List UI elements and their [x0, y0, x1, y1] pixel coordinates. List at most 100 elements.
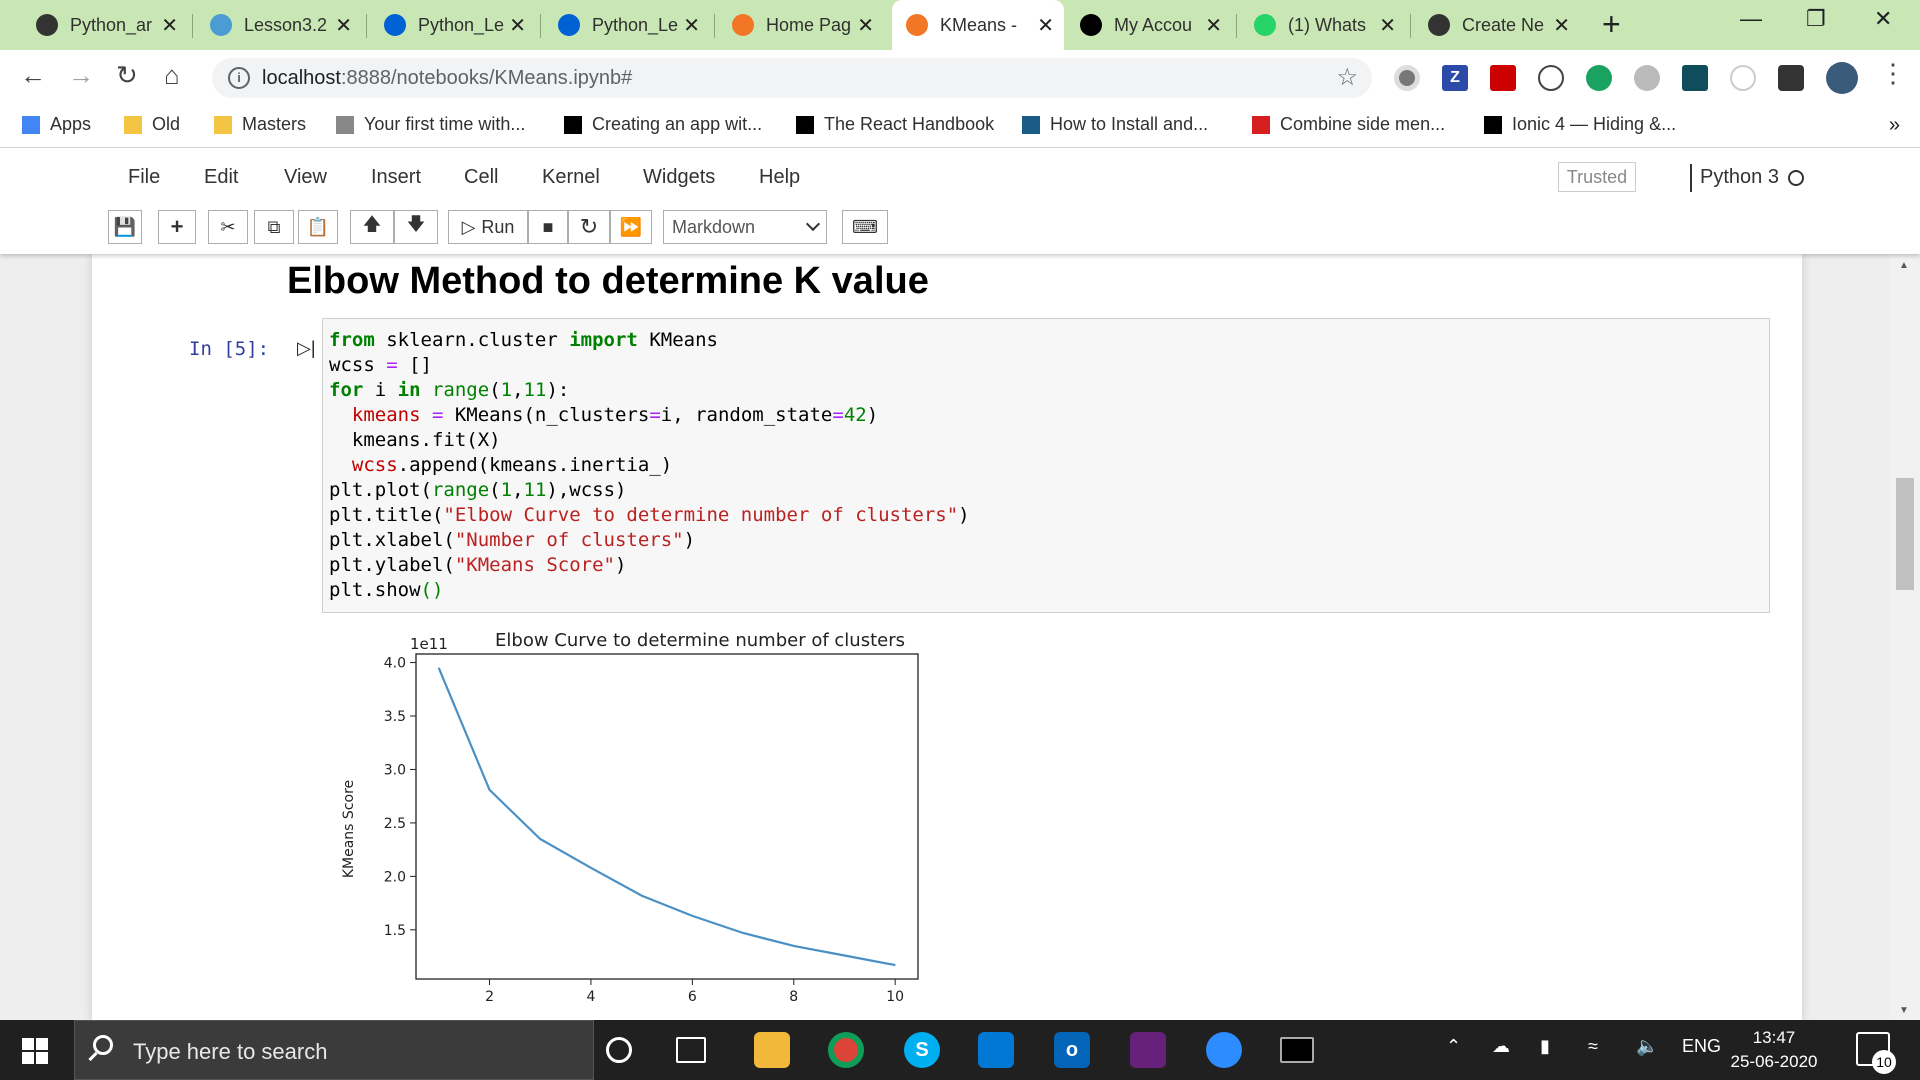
cut-icon[interactable]: ✂	[208, 210, 248, 244]
browser-tab[interactable]: Python_ar ✕	[22, 8, 188, 42]
move-down-icon[interactable]: 🡇	[394, 210, 438, 244]
menu-file[interactable]: File	[128, 166, 160, 189]
keyboard-icon[interactable]: ⌨	[842, 210, 888, 244]
menu-widgets[interactable]: Widgets	[643, 166, 715, 189]
notifications-icon[interactable]: 10	[1856, 1032, 1896, 1074]
menu-edit[interactable]: Edit	[204, 166, 238, 189]
scroll-up-icon[interactable]: ▲	[1899, 260, 1909, 271]
restart-icon[interactable]: ↻	[568, 210, 610, 244]
menu-help[interactable]: Help	[759, 166, 800, 189]
onedrive-icon[interactable]: ☁	[1492, 1036, 1510, 1057]
close-tab-icon[interactable]: ✕	[1205, 13, 1222, 38]
close-tab-icon[interactable]: ✕	[509, 13, 526, 38]
close-tab-icon[interactable]: ✕	[1037, 13, 1054, 38]
close-window-icon[interactable]: ✕	[1874, 6, 1892, 32]
back-arrow-icon[interactable]: ←	[20, 60, 46, 91]
cell-type-select[interactable]: Markdown	[663, 210, 827, 244]
code-cell[interactable]: from sklearn.cluster import KMeans wcss …	[322, 318, 1770, 613]
page-scrollbar[interactable]: ▲ ▼	[1890, 254, 1920, 1020]
bookmark-item[interactable]: Old	[124, 114, 180, 135]
vscode-icon[interactable]	[978, 1032, 1014, 1068]
file-explorer-icon[interactable]	[754, 1032, 790, 1068]
extension-circle-icon[interactable]	[1394, 65, 1420, 91]
move-up-icon[interactable]: 🡅	[350, 210, 394, 244]
new-tab-button[interactable]: +	[1602, 6, 1621, 43]
browser-tab[interactable]: My Accou ✕	[1066, 8, 1232, 42]
close-tab-icon[interactable]: ✕	[683, 13, 700, 38]
bookmarks-overflow-icon[interactable]: »	[1889, 114, 1900, 137]
zoom-icon[interactable]	[1206, 1032, 1242, 1068]
bookmark-item[interactable]: How to Install and...	[1022, 114, 1208, 135]
code-extension-icon[interactable]	[1538, 65, 1564, 91]
skype-icon[interactable]: S	[904, 1032, 940, 1068]
bookmark-star-icon[interactable]: ☆	[1336, 63, 1358, 92]
menu-view[interactable]: View	[284, 166, 327, 189]
kernel-name[interactable]: Python 3	[1690, 164, 1779, 192]
extensions-puzzle-icon[interactable]	[1778, 65, 1804, 91]
scroll-down-icon[interactable]: ▼	[1899, 1005, 1909, 1016]
bookmark-item[interactable]: The React Handbook	[796, 114, 994, 135]
bookmark-item[interactable]: Masters	[214, 114, 306, 135]
restore-icon[interactable]: ❐	[1806, 6, 1826, 32]
bookmark-item[interactable]: Your first time with...	[336, 114, 525, 135]
react-devtools-icon[interactable]	[1682, 65, 1708, 91]
flower-extension-icon[interactable]	[1634, 65, 1660, 91]
bookmark-item[interactable]: Creating an app wit...	[564, 114, 762, 135]
browser-tab[interactable]: Lesson3.2 ✕	[196, 8, 362, 42]
chrome-icon[interactable]	[828, 1032, 864, 1068]
browser-tab[interactable]: (1) Whats ✕	[1240, 8, 1406, 42]
site-info-icon[interactable]: i	[228, 67, 250, 89]
circle-extension-icon[interactable]	[1730, 65, 1756, 91]
windows-start-icon[interactable]	[22, 1038, 48, 1064]
close-tab-icon[interactable]: ✕	[1553, 13, 1570, 38]
browser-tab[interactable]: Home Pag ✕	[718, 8, 884, 42]
bookmark-item[interactable]: Combine side men...	[1252, 114, 1445, 135]
copy-icon[interactable]: ⧉	[254, 210, 294, 244]
terminal-icon[interactable]	[1280, 1037, 1314, 1063]
bookmark-item[interactable]: Apps	[22, 114, 91, 135]
browser-tab[interactable]: Python_Le ✕	[370, 8, 536, 42]
task-view-icon[interactable]	[676, 1037, 706, 1063]
pdf-extension-icon[interactable]	[1490, 65, 1516, 91]
close-tab-icon[interactable]: ✕	[161, 13, 178, 38]
close-tab-icon[interactable]: ✕	[335, 13, 352, 38]
volume-icon[interactable]: 🔈	[1636, 1036, 1658, 1057]
scroll-thumb[interactable]	[1896, 478, 1914, 590]
paste-icon[interactable]: 📋	[298, 210, 338, 244]
profile-avatar[interactable]	[1826, 62, 1858, 94]
home-icon[interactable]: ⌂	[164, 60, 180, 91]
interrupt-icon[interactable]: ■	[528, 210, 568, 244]
insert-cell-icon[interactable]: +	[158, 210, 196, 244]
close-tab-icon[interactable]: ✕	[1379, 13, 1396, 38]
zotero-extension-icon[interactable]: Z	[1442, 65, 1468, 91]
forward-arrow-icon[interactable]: →	[68, 60, 94, 91]
address-bar[interactable]: i localhost:8888/notebooks/KMeans.ipynb#…	[212, 58, 1372, 98]
browser-menu-icon[interactable]: ⋮	[1880, 58, 1906, 89]
battery-icon[interactable]: ▮	[1540, 1036, 1550, 1057]
menu-insert[interactable]: Insert	[371, 166, 421, 189]
save-icon[interactable]: 💾	[108, 210, 142, 244]
wifi-icon[interactable]: ≈	[1588, 1036, 1598, 1057]
chat-extension-icon[interactable]	[1586, 65, 1612, 91]
browser-tab[interactable]: Create Ne ✕	[1414, 8, 1580, 42]
restart-run-all-icon[interactable]: ⏩	[610, 210, 652, 244]
taskbar-search[interactable]: Type here to search	[74, 1020, 594, 1080]
run-cell-icon[interactable]: ▷|	[297, 338, 316, 359]
visual-studio-icon[interactable]	[1130, 1032, 1166, 1068]
tray-chevron-icon[interactable]: ⌃	[1446, 1036, 1461, 1057]
browser-tab[interactable]: Python_Le ✕	[544, 8, 710, 42]
trusted-indicator[interactable]: Trusted	[1558, 162, 1636, 192]
cortana-icon[interactable]	[606, 1037, 632, 1063]
browser-tab[interactable]: KMeans - ✕	[892, 0, 1064, 50]
menu-cell[interactable]: Cell	[464, 166, 498, 189]
reload-icon[interactable]: ↻	[116, 60, 138, 91]
clock[interactable]: 13:47 25-06-2020	[1730, 1026, 1818, 1074]
bookmark-item[interactable]: Ionic 4 — Hiding &...	[1484, 114, 1676, 135]
url-text[interactable]: localhost:8888/notebooks/KMeans.ipynb#	[262, 67, 632, 90]
language-indicator[interactable]: ENG	[1682, 1036, 1721, 1057]
run-button[interactable]: ▷ Run	[448, 210, 528, 244]
menu-kernel[interactable]: Kernel	[542, 166, 600, 189]
close-tab-icon[interactable]: ✕	[857, 13, 874, 38]
minimize-icon[interactable]: —	[1740, 6, 1762, 32]
outlook-icon[interactable]: o	[1054, 1032, 1090, 1068]
